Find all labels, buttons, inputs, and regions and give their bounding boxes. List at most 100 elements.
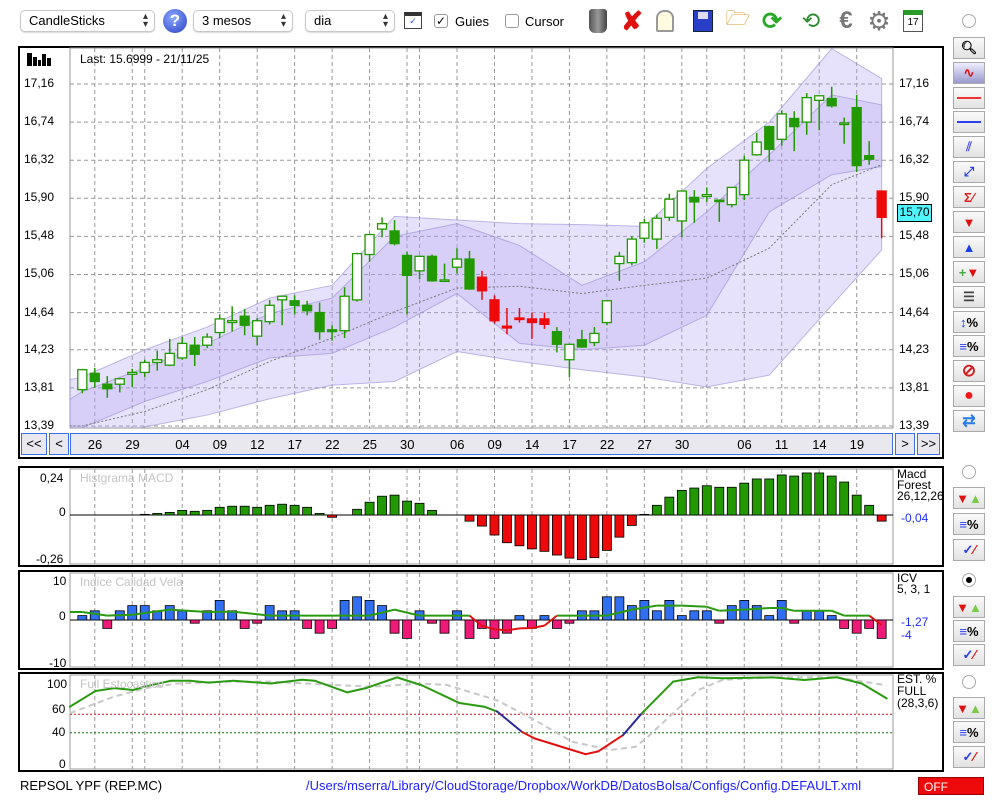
no-entry-icon: ⊘ <box>961 361 977 380</box>
stoch-panel-radio[interactable] <box>962 675 976 689</box>
macd-histogram-bar <box>502 514 512 544</box>
macd-histogram-bar <box>864 504 875 516</box>
sell-arrow-button[interactable]: ▼ <box>953 211 985 233</box>
blue-line-icon <box>957 121 981 123</box>
date-tick-label: 26 <box>87 437 103 452</box>
icv-bar <box>651 610 662 621</box>
add-signal-button[interactable]: + ▼ <box>953 261 985 283</box>
nav-first-button[interactable]: << <box>21 433 47 455</box>
icv-bar <box>639 600 650 621</box>
stoch-k-segment <box>584 750 600 756</box>
icv-signal-segment <box>232 610 270 617</box>
date-tick-label: 22 <box>325 437 340 452</box>
levels-button[interactable]: ☰ <box>953 286 985 308</box>
arrow-up-icon: ▲ <box>962 239 976 255</box>
icv-signal-segment <box>831 609 845 617</box>
macd-histogram-bar <box>477 514 487 527</box>
macd-histogram-bar <box>876 514 887 522</box>
red-line-button[interactable] <box>953 87 985 109</box>
icv-cross-button[interactable]: ✓⁄ <box>953 644 985 666</box>
stop-button[interactable]: ⊘ <box>953 360 985 382</box>
icv-signals-button[interactable]: ▼▲ <box>953 596 985 618</box>
nav-prev-button[interactable]: < <box>49 433 69 455</box>
icv-signal-segment <box>494 628 508 632</box>
config-path-link[interactable]: /Users/mserra/Library/CloudStorage/Dropb… <box>306 778 861 793</box>
macd-histogram-bar <box>139 513 150 516</box>
icv-bar <box>339 600 350 621</box>
candle-body <box>876 190 887 218</box>
macd-histogram-bar <box>539 514 550 552</box>
stoch-cross-button[interactable]: ✓⁄ <box>953 746 985 768</box>
candle-body <box>789 117 800 128</box>
trendline-button[interactable]: ⤢ <box>953 161 985 183</box>
channel-button[interactable]: ⫽ <box>953 136 985 158</box>
macd-histogram-bar <box>364 501 375 516</box>
icv-bar <box>102 619 113 629</box>
sync-button[interactable]: ⇄ <box>953 410 985 432</box>
candle-body <box>539 318 550 326</box>
candle-body <box>851 106 862 167</box>
macd-tick-zero: 0 <box>59 505 66 519</box>
icv-signal-segment <box>719 608 745 612</box>
blue-line-button[interactable] <box>953 111 985 133</box>
icv-panel-radio[interactable] <box>962 573 976 587</box>
macd-histogram-bar <box>314 513 325 516</box>
macd-cross-button[interactable]: ✓⁄ <box>953 539 985 561</box>
candle-body <box>276 295 288 301</box>
stoch-d-line <box>69 676 887 752</box>
channel-icon: ⫽ <box>966 139 972 154</box>
nav-next-button[interactable]: > <box>895 433 915 455</box>
icv-tick-min: -10 <box>49 656 67 670</box>
zoom-tool-button[interactable]: 🔍︎ <box>953 37 985 59</box>
candle <box>77 368 88 394</box>
down-up-arrows-icon: ▼▲ <box>956 700 982 716</box>
date-tick-label: 17 <box>287 437 303 452</box>
volume-bars-icon[interactable] <box>27 52 52 66</box>
macd-histogram-bar <box>814 472 825 516</box>
candle-body <box>839 122 850 126</box>
candle-body <box>764 125 775 150</box>
icv-signal-segment <box>706 605 720 612</box>
percent-lines-icon: ≡% <box>959 516 979 532</box>
record-button[interactable]: ● <box>953 385 985 407</box>
candle-body <box>651 217 662 240</box>
icv-bar <box>239 619 250 629</box>
sync-icon: ⇄ <box>962 413 976 430</box>
icv-bar <box>327 619 338 629</box>
macd-histogram-bar <box>527 514 537 550</box>
candle-body <box>614 255 625 265</box>
icv-percent-button[interactable]: ≡% <box>953 620 985 642</box>
macd-percent-button[interactable]: ≡% <box>953 513 985 535</box>
macd-panel-radio[interactable] <box>962 465 976 479</box>
stoch-k-segment <box>640 680 675 715</box>
sigma-trend-button[interactable]: Σ⁄ <box>953 186 985 208</box>
stoch-percent-button[interactable]: ≡% <box>953 721 985 743</box>
nav-last-button[interactable]: >> <box>917 433 940 455</box>
candle-body <box>814 95 825 101</box>
stoch-k-segment <box>232 679 272 685</box>
candle-body <box>739 159 750 196</box>
sigma-icon: Σ⁄ <box>964 189 974 205</box>
icv-bar <box>564 619 575 624</box>
date-axis-scrollbar[interactable]: 26 29 04 09 12 17 22 25 30 06 09 14 17 22 27 30 06 11 14 19 <box>70 433 893 455</box>
candle-body <box>351 252 363 301</box>
icv-signal-segment <box>169 608 208 613</box>
candle-body <box>689 196 700 203</box>
stoch-k-segment <box>421 684 461 705</box>
stoch-panel-title: Full Estocastico <box>80 677 165 691</box>
macd-signals-button[interactable]: ▼▲ <box>953 487 985 509</box>
status-toggle[interactable]: OFF <box>918 777 984 795</box>
macd-histogram-bar <box>252 506 263 516</box>
candle-body <box>326 329 338 333</box>
buy-arrow-button[interactable]: ▲ <box>953 236 985 258</box>
candle-body <box>514 317 525 321</box>
percent-lines-button[interactable]: ≡% <box>953 335 985 357</box>
candle-body <box>364 233 375 256</box>
candle <box>739 155 750 201</box>
volume-profile-button[interactable]: ∿ <box>953 62 985 84</box>
stoch-signals-button[interactable]: ▼▲ <box>953 697 985 719</box>
stoch-k-segment <box>346 687 367 694</box>
macd-histogram-bar <box>164 511 175 516</box>
range-percent-button[interactable]: ↕% <box>953 311 985 333</box>
macd-histogram-bar <box>277 503 288 516</box>
